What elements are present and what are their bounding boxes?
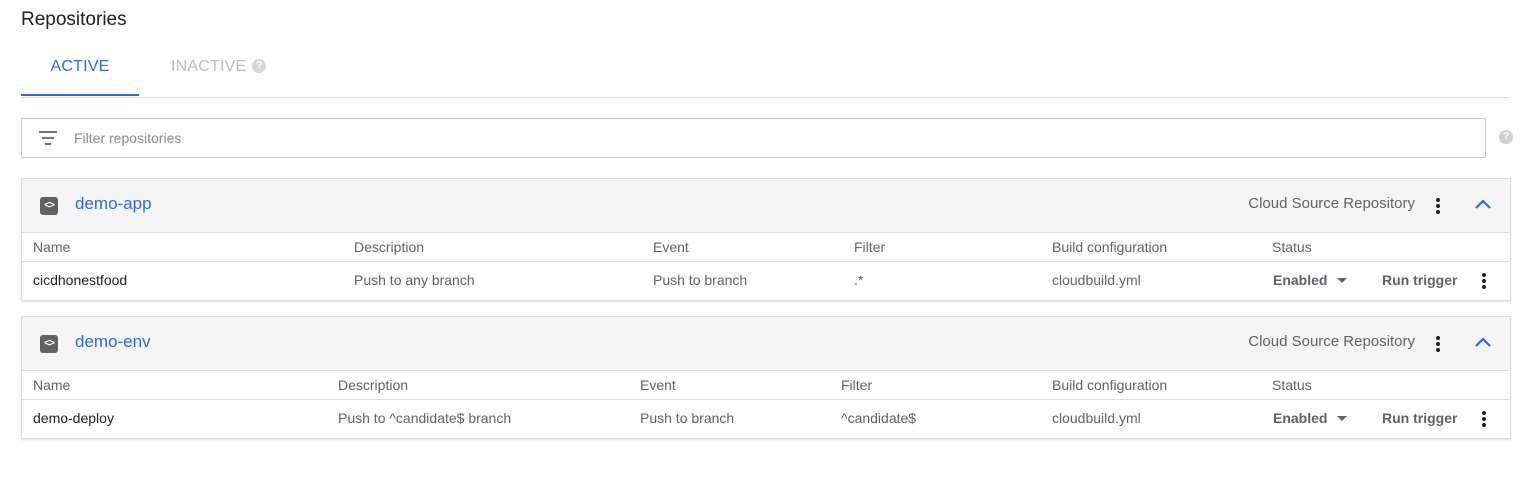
col-filter: Filter: [841, 377, 873, 393]
trigger-description: Push to any branch: [354, 272, 475, 288]
tab-inactive[interactable]: INACTIVE?: [171, 44, 301, 96]
trigger-build-config: cloudbuild.yml: [1052, 410, 1141, 426]
col-event: Event: [653, 239, 689, 255]
tab-inactive-label: INACTIVE: [171, 58, 247, 75]
col-description: Description: [354, 239, 425, 255]
table-row: demo-deploy Push to ^candidate$ branch P…: [22, 400, 1510, 438]
tab-active[interactable]: ACTIVE: [21, 44, 139, 96]
page-title: Repositories: [21, 9, 127, 30]
chevron-up-icon[interactable]: [1472, 194, 1494, 216]
table-row: cicdhonestfood Push to any branch Push t…: [22, 262, 1510, 300]
col-description: Description: [338, 377, 409, 393]
trigger-event: Push to branch: [653, 272, 748, 288]
column-header-row: Name Description Event Filter Build conf…: [22, 233, 1510, 262]
status-value: Enabled: [1273, 410, 1328, 426]
trigger-build-config: cloudbuild.yml: [1052, 272, 1141, 288]
col-status: Status: [1272, 239, 1312, 255]
col-build-config: Build configuration: [1052, 377, 1168, 393]
tab-bar: ACTIVE INACTIVE?: [21, 44, 1510, 98]
caret-down-icon: [1337, 277, 1348, 283]
status-dropdown[interactable]: Enabled: [1273, 400, 1348, 436]
trigger-name: cicdhonestfood: [33, 272, 128, 288]
col-event: Event: [640, 377, 676, 393]
column-header-row: Name Description Event Filter Build conf…: [22, 371, 1510, 400]
run-trigger-button[interactable]: Run trigger: [1382, 262, 1457, 298]
trigger-description: Push to ^candidate$ branch: [338, 410, 512, 426]
trigger-filter: .*: [854, 272, 864, 288]
repo-name-link[interactable]: demo-env: [75, 332, 151, 352]
repo-more-icon[interactable]: [1428, 195, 1448, 217]
status-dropdown[interactable]: Enabled: [1273, 262, 1348, 298]
repo-name-link[interactable]: demo-app: [75, 194, 152, 214]
run-trigger-button[interactable]: Run trigger: [1382, 400, 1457, 436]
col-name: Name: [33, 239, 71, 255]
filter-box: [21, 118, 1486, 158]
code-icon: <>: [40, 335, 58, 353]
repo-header: <> demo-app Cloud Source Repository: [22, 179, 1510, 233]
col-build-config: Build configuration: [1052, 239, 1168, 255]
code-icon: <>: [40, 197, 58, 215]
repo-type: Cloud Source Repository: [1248, 195, 1415, 212]
filter-icon: [38, 131, 58, 145]
filter-help-icon[interactable]: ?: [1499, 130, 1513, 144]
repo-card-demo-app: <> demo-app Cloud Source Repository Name…: [21, 178, 1511, 301]
row-more-icon[interactable]: [1474, 270, 1494, 292]
row-more-icon[interactable]: [1474, 408, 1494, 430]
repo-header: <> demo-env Cloud Source Repository: [22, 317, 1510, 371]
chevron-up-icon[interactable]: [1472, 332, 1494, 354]
repo-card-demo-env: <> demo-env Cloud Source Repository Name…: [21, 316, 1511, 439]
col-filter: Filter: [854, 239, 886, 255]
help-icon[interactable]: ?: [252, 58, 267, 73]
status-value: Enabled: [1273, 272, 1328, 288]
filter-repositories-input[interactable]: [74, 119, 1474, 157]
caret-down-icon: [1337, 415, 1348, 421]
col-name: Name: [33, 377, 71, 393]
repo-type: Cloud Source Repository: [1248, 333, 1415, 350]
col-status: Status: [1272, 377, 1312, 393]
repo-more-icon[interactable]: [1428, 333, 1448, 355]
trigger-name: demo-deploy: [33, 410, 114, 426]
trigger-filter: ^candidate$: [841, 410, 917, 426]
trigger-event: Push to branch: [640, 410, 735, 426]
